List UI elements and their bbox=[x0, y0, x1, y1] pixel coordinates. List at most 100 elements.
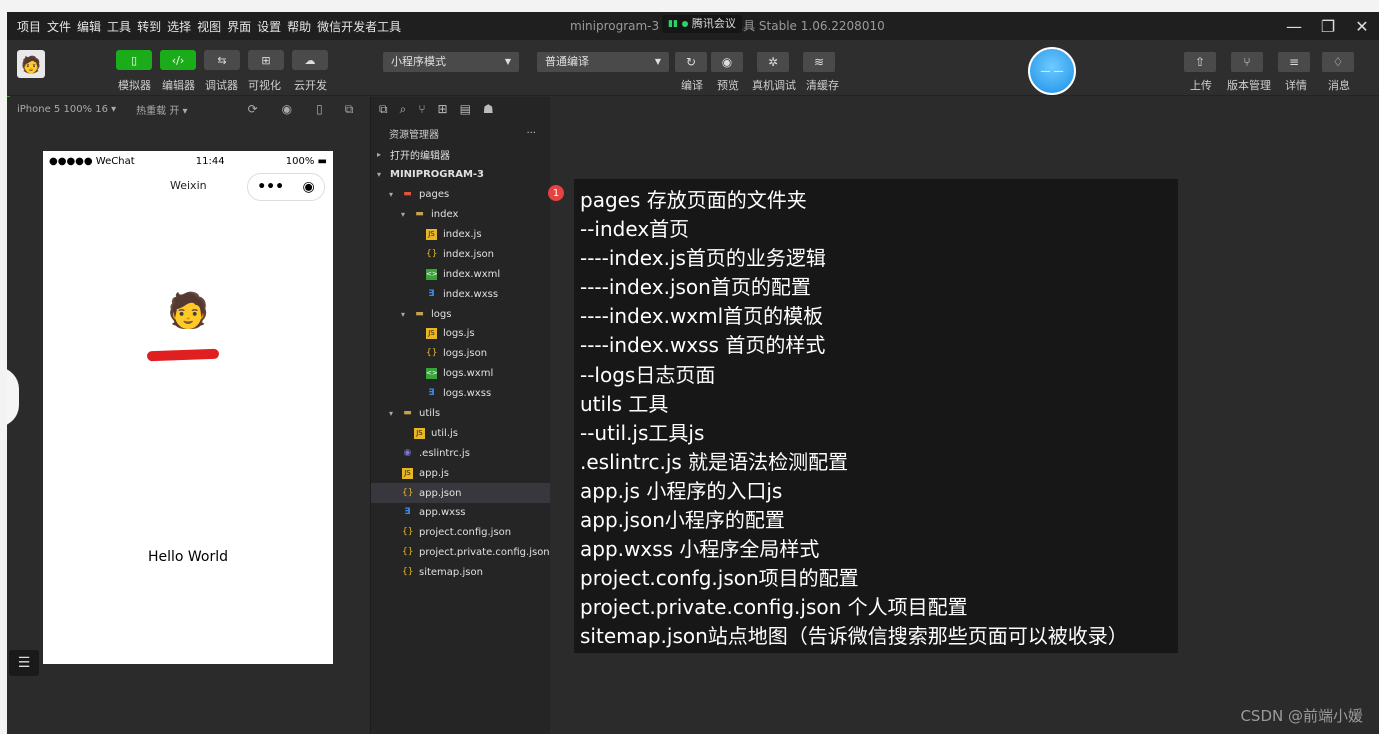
tree-file[interactable]: {} index.json bbox=[371, 244, 550, 264]
more-icon[interactable]: ••• bbox=[257, 179, 284, 195]
record-icon[interactable]: ◉ bbox=[282, 102, 292, 116]
open-editors-section[interactable]: ▸ 打开的编辑器 bbox=[371, 145, 550, 165]
tree-file[interactable]: {} logs.json bbox=[371, 344, 550, 364]
tree-file[interactable]: ∃ app.wxss bbox=[371, 503, 550, 523]
js-file-icon: JS bbox=[414, 427, 425, 439]
tree-folder[interactable]: ▾ ▬ utils bbox=[371, 404, 550, 424]
menu-item[interactable]: 微信开发者工具 bbox=[317, 18, 401, 35]
maximize-icon[interactable]: ❐ bbox=[1311, 17, 1345, 36]
outline-icon[interactable]: ▤ bbox=[460, 102, 471, 116]
simulator-panel: ●●●●● WeChat 11:44 100% ▬ Weixin ••• ◉ 🧑… bbox=[7, 121, 369, 734]
menu-item[interactable]: 视图 bbox=[197, 18, 221, 35]
mode-select-value: 小程序模式 bbox=[391, 55, 446, 68]
tree-file[interactable]: ∃ logs.wxss bbox=[371, 384, 550, 404]
chevron-down-icon: ▼ bbox=[654, 57, 661, 66]
tree-file[interactable]: {} project.config.json bbox=[371, 523, 550, 543]
tree-item-label: app.wxss bbox=[419, 507, 466, 519]
menu-item[interactable]: 工具 bbox=[107, 18, 131, 35]
tree-file[interactable]: JS logs.js bbox=[371, 324, 550, 344]
capsule-menu[interactable]: ••• ◉ bbox=[247, 173, 325, 201]
tree-file[interactable]: <> index.wxml bbox=[371, 264, 550, 284]
wxml-file-icon: <> bbox=[426, 268, 438, 280]
search-icon[interactable]: ⌕ bbox=[400, 102, 407, 117]
eslint-file-icon: ◉ bbox=[403, 447, 412, 458]
phone-screen: ●●●●● WeChat 11:44 100% ▬ Weixin ••• ◉ 🧑… bbox=[43, 151, 333, 664]
toolbar-button[interactable]: ⑂ bbox=[1231, 52, 1263, 72]
meeting-indicator[interactable]: ▮▮ 腾讯会议 bbox=[662, 15, 742, 33]
menu-item[interactable]: 界面 bbox=[227, 18, 251, 35]
source-control-icon[interactable]: ⑂ bbox=[418, 102, 425, 116]
toolbar-button[interactable]: ⊞ bbox=[248, 50, 284, 70]
tree-item-label: project.config.json bbox=[419, 527, 512, 539]
close-mini-icon[interactable]: ◉ bbox=[303, 179, 315, 195]
device-select[interactable]: iPhone 5 100% 16 ▾ bbox=[17, 104, 116, 115]
menu-item[interactable]: 帮助 bbox=[287, 18, 311, 35]
toolbar-icon: ◉ bbox=[721, 55, 733, 69]
files-icon[interactable]: ⧉ bbox=[379, 102, 388, 117]
menu-item[interactable]: 文件 bbox=[47, 18, 71, 35]
tree-folder[interactable]: ▾ ▬ logs bbox=[371, 304, 550, 324]
compile-select[interactable]: 普通编译 ▼ bbox=[537, 52, 669, 72]
mode-select[interactable]: 小程序模式 ▼ bbox=[383, 52, 519, 72]
toolbar-button[interactable]: ◉ bbox=[711, 52, 743, 72]
redacted-nickname bbox=[146, 348, 220, 362]
annotation-line: ----index.json首页的配置 bbox=[580, 275, 811, 300]
explorer-header: 资源管理器 ··· bbox=[371, 121, 550, 145]
docker-icon[interactable]: ☗ bbox=[483, 102, 494, 116]
tree-file[interactable]: ◉ .eslintrc.js bbox=[371, 443, 550, 463]
menu-item[interactable]: 编辑 bbox=[77, 18, 101, 35]
floating-assistant-icon[interactable]: — — bbox=[1028, 47, 1076, 95]
toolbar-button[interactable]: ⇧ bbox=[1184, 52, 1216, 72]
project-section[interactable]: ▾ MINIPROGRAM-3 bbox=[371, 165, 550, 185]
toolbar-icon: ✲ bbox=[767, 55, 779, 69]
tree-folder[interactable]: ▾ ▬ pages bbox=[371, 185, 550, 205]
toolbar-button[interactable]: ↻ bbox=[675, 52, 707, 72]
tree-folder[interactable]: ▾ ▬ index bbox=[371, 205, 550, 225]
toolbar-button[interactable]: ⇆ bbox=[204, 50, 240, 70]
chevron-down-icon: ▾ bbox=[389, 409, 394, 419]
tree-item-label: app.json bbox=[419, 487, 462, 499]
toolbar-label: 详情 bbox=[1285, 79, 1307, 92]
tree-file[interactable]: JS util.js bbox=[371, 423, 550, 443]
annotation-badge: 1 bbox=[548, 185, 564, 201]
minimize-icon[interactable]: — bbox=[1277, 17, 1311, 36]
annotation-line: ----index.wxml首页的模板 bbox=[580, 304, 824, 329]
tree-file[interactable]: JS app.js bbox=[371, 463, 550, 483]
annotation-line: --util.js工具js bbox=[580, 420, 705, 445]
toolbar: 🧑 ▯ 模拟器 ‹/› 编辑器 ⇆ 调试器 ⊞ 可视化 ☁ 云开发 小程序模式 ▼ 普通编译 ▼ … bbox=[7, 40, 1379, 96]
rotate-icon[interactable]: ⟳ bbox=[248, 102, 258, 116]
annotation-line: app.js 小程序的入口js bbox=[580, 478, 783, 503]
tree-file[interactable]: {} sitemap.json bbox=[371, 563, 550, 583]
toolbar-icon: ⇆ bbox=[217, 53, 227, 67]
toolbar-button[interactable]: ♢ bbox=[1322, 52, 1354, 72]
menu-item[interactable]: 选择 bbox=[167, 18, 191, 35]
chevron-down-icon: ▾ bbox=[389, 190, 394, 200]
menu-item[interactable]: 设置 bbox=[257, 18, 281, 35]
tree-item-label: index.wxss bbox=[443, 288, 499, 300]
user-avatar[interactable]: 🧑 bbox=[17, 50, 45, 78]
close-icon[interactable]: ✕ bbox=[1345, 17, 1379, 36]
toolbar-button[interactable]: ‹/› bbox=[160, 50, 196, 70]
tree-file[interactable]: ∃ index.wxss bbox=[371, 284, 550, 304]
annotation-line: pages 存放页面的文件夹 bbox=[580, 188, 807, 212]
extensions-icon[interactable]: ⊞ bbox=[438, 102, 448, 116]
toolbar-button[interactable]: ▯ bbox=[116, 50, 152, 70]
more-actions-icon[interactable]: ··· bbox=[526, 128, 536, 139]
tree-file[interactable]: {} app.json bbox=[371, 483, 550, 504]
detach-icon[interactable]: ⧉ bbox=[345, 102, 354, 117]
toolbar-button[interactable]: ≡ bbox=[1278, 52, 1310, 72]
menu-item[interactable]: 项目 bbox=[17, 18, 41, 35]
list-icon[interactable]: ☰ bbox=[9, 650, 39, 676]
tree-file[interactable]: {} project.private.config.json bbox=[371, 543, 550, 563]
menu-item[interactable]: 转到 bbox=[137, 18, 161, 35]
tree-item-label: index.json bbox=[443, 248, 494, 260]
hot-reload-toggle[interactable]: 热重载 开 ▾ bbox=[136, 102, 187, 117]
tree-file[interactable]: JS index.js bbox=[371, 225, 550, 245]
toolbar-button[interactable]: ✲ bbox=[757, 52, 789, 72]
phone-icon[interactable]: ▯ bbox=[316, 102, 323, 116]
toolbar-button[interactable]: ≋ bbox=[803, 52, 835, 72]
toolbar-button[interactable]: ☁ bbox=[292, 50, 328, 70]
tree-file[interactable]: <> logs.wxml bbox=[371, 364, 550, 384]
json-file-icon: {} bbox=[402, 527, 414, 538]
wxss-file-icon: ∃ bbox=[428, 388, 435, 399]
